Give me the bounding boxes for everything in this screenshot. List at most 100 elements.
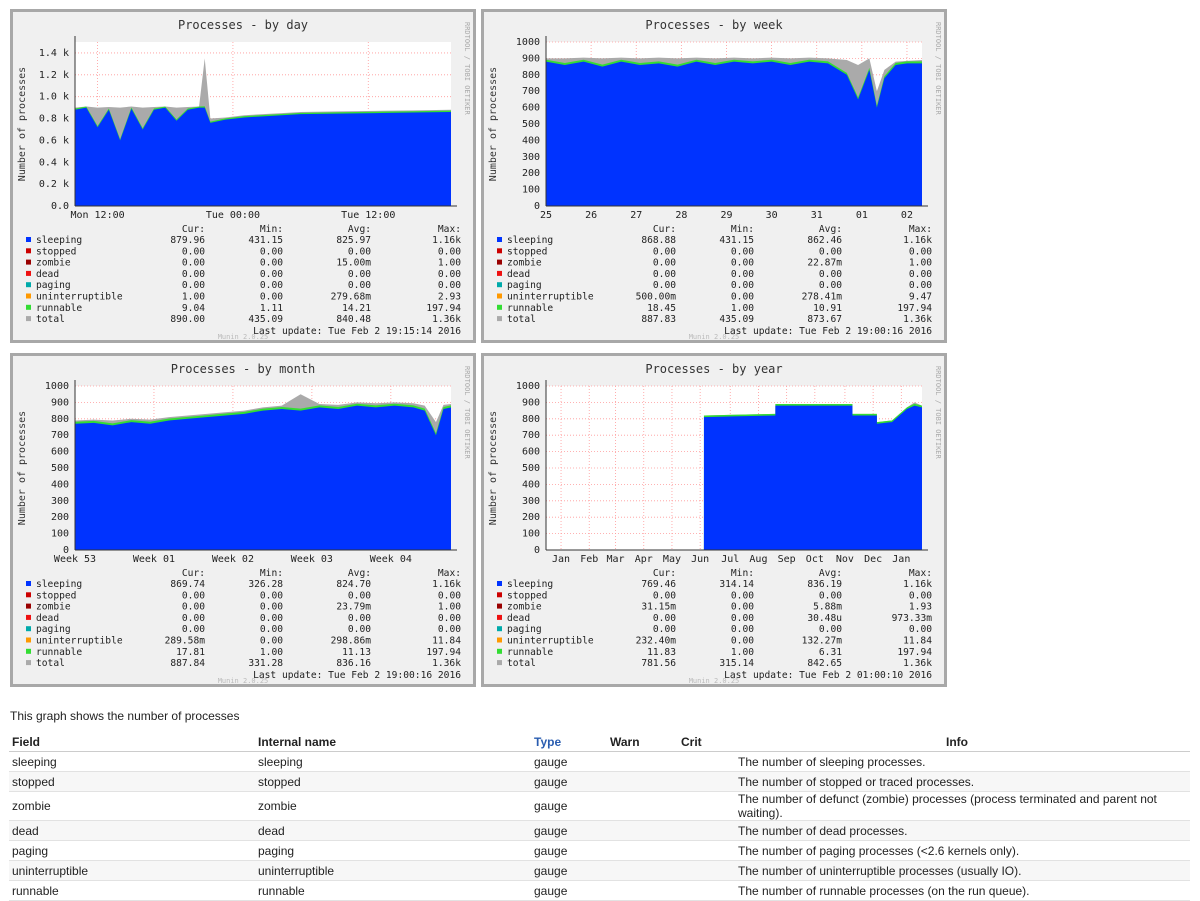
legend-value: 1.36k: [432, 658, 461, 669]
graph-day[interactable]: Processes - by day Number of processes RRD…: [10, 9, 476, 343]
y-tick-label: 0.2 k: [39, 179, 69, 190]
y-tick-label: 800: [522, 70, 540, 81]
legend-swatch: [497, 614, 502, 620]
legend-swatch: [26, 648, 31, 654]
legend-value: 18.45: [647, 303, 676, 314]
legend-value: 0.00: [731, 624, 754, 635]
rrdtool-credit: RRDTOOL / TOBI OETIKER: [934, 366, 942, 460]
legend-value: 23.79m: [336, 602, 371, 613]
field-cell: runnable: [9, 880, 255, 901]
legend-value: 879.96: [170, 235, 205, 246]
internal-name-cell: dead: [255, 820, 531, 841]
legend-name: sleeping: [36, 235, 82, 246]
y-tick-label: 300: [522, 152, 540, 163]
legend-value: 0.00: [182, 590, 205, 601]
legend-value: 0.00: [653, 269, 676, 280]
legend-value: 314.14: [719, 579, 754, 590]
legend-value: 0.00: [731, 258, 754, 269]
legend-value: 132.27m: [802, 636, 843, 647]
legend-value: 1.16k: [432, 235, 461, 246]
legend-swatch: [497, 637, 502, 643]
legend-value: 0.00: [260, 280, 283, 291]
series-sleeping-area: [75, 107, 451, 206]
x-tick-label: Week 04: [370, 554, 412, 565]
munin-version: Munin 2.0.25: [218, 333, 269, 340]
legend-header: Min:: [260, 568, 283, 579]
graph-week[interactable]: Processes - by week Number of processes RR…: [481, 9, 947, 343]
legend-value: 11.83: [647, 647, 676, 658]
legend-name: dead: [36, 269, 59, 280]
legend-value: 0.00: [348, 613, 371, 624]
col-internal-name: Internal name: [255, 733, 531, 752]
legend-value: 9.04: [182, 303, 205, 314]
legend-value: 1.00: [438, 602, 461, 613]
warn-cell: [607, 840, 678, 861]
legend-value: 10.91: [813, 303, 842, 314]
legend-name: stopped: [36, 590, 76, 601]
y-axis-label: Number of processes: [17, 411, 28, 525]
y-axis-label: Number of processes: [488, 67, 499, 181]
legend-name: stopped: [507, 246, 547, 257]
col-info: Info: [724, 733, 1190, 752]
legend-name: dead: [507, 269, 530, 280]
legend-value: 1.93: [909, 602, 932, 613]
field-cell: dead: [9, 820, 255, 841]
x-tick-label: Jan: [892, 554, 910, 565]
table-row: dead dead gauge The number of dead processe…: [9, 820, 1190, 841]
y-tick-label: 600: [522, 447, 540, 458]
y-tick-label: 0.0: [51, 201, 69, 212]
legend-value: 769.46: [641, 579, 676, 590]
legend-header: Cur:: [182, 224, 205, 235]
legend-value: 197.94: [426, 303, 461, 314]
legend-value: 0.00: [909, 246, 932, 257]
legend-name: zombie: [507, 602, 542, 613]
legend-value: 0.00: [260, 613, 283, 624]
last-update: Last update: Tue Feb 2 19:00:16 2016: [253, 670, 461, 681]
table-row: sleeping sleeping gauge The number of sleep…: [9, 751, 1190, 772]
y-tick-label: 1000: [516, 381, 540, 392]
legend-value: 0.00: [653, 624, 676, 635]
x-tick-label: Jun: [691, 554, 709, 565]
legend-value: 0.00: [182, 613, 205, 624]
x-tick-label: Mar: [607, 554, 625, 565]
col-type[interactable]: Type: [531, 733, 607, 752]
legend-name: zombie: [36, 602, 71, 613]
legend-name: paging: [507, 624, 542, 635]
legend-value: 0.00: [260, 292, 283, 303]
y-tick-label: 100: [522, 185, 540, 196]
legend-value: 431.15: [248, 235, 283, 246]
info-cell: The number of uninterruptible processes …: [724, 860, 1190, 881]
graph-month[interactable]: Processes - by month Number of processes R…: [10, 353, 476, 687]
legend-swatch: [497, 259, 502, 265]
legend-value: 500.00m: [636, 292, 677, 303]
legend-value: 0.00: [182, 258, 205, 269]
y-tick-label: 200: [522, 512, 540, 523]
graph-week-svg: Processes - by week Number of processes RR…: [488, 18, 942, 340]
legend-value: 0.00: [653, 613, 676, 624]
graph-year[interactable]: Processes - by year Number of processes RR…: [481, 353, 947, 687]
legend-value: 1.36k: [903, 658, 932, 669]
legend-value: 431.15: [719, 235, 754, 246]
x-tick-label: Oct: [806, 554, 824, 565]
legend-swatch: [497, 581, 502, 586]
legend-value: 5.88m: [813, 602, 842, 613]
legend-value: 0.00: [260, 590, 283, 601]
table-row: uninterruptible uninterruptible gauge The n…: [9, 860, 1190, 881]
legend-value: 435.09: [719, 314, 754, 325]
warn-cell: [607, 880, 678, 901]
legend-value: 0.00: [819, 246, 842, 257]
legend-value: 0.00: [438, 246, 461, 257]
legend-value: 197.94: [897, 303, 932, 314]
legend-name: paging: [36, 624, 71, 635]
legend-value: 836.19: [807, 579, 842, 590]
legend-name: uninterruptible: [507, 636, 594, 647]
legend-value: 0.00: [182, 624, 205, 635]
legend-value: 0.00: [731, 269, 754, 280]
legend-swatch: [26, 592, 31, 598]
y-tick-label: 400: [51, 479, 69, 490]
field-cell: zombie: [9, 791, 255, 821]
legend-value: 22.87m: [807, 258, 842, 269]
x-tick-label: Dec: [864, 554, 882, 565]
legend-value: 0.00: [653, 280, 676, 291]
legend-value: 15.00m: [336, 258, 371, 269]
